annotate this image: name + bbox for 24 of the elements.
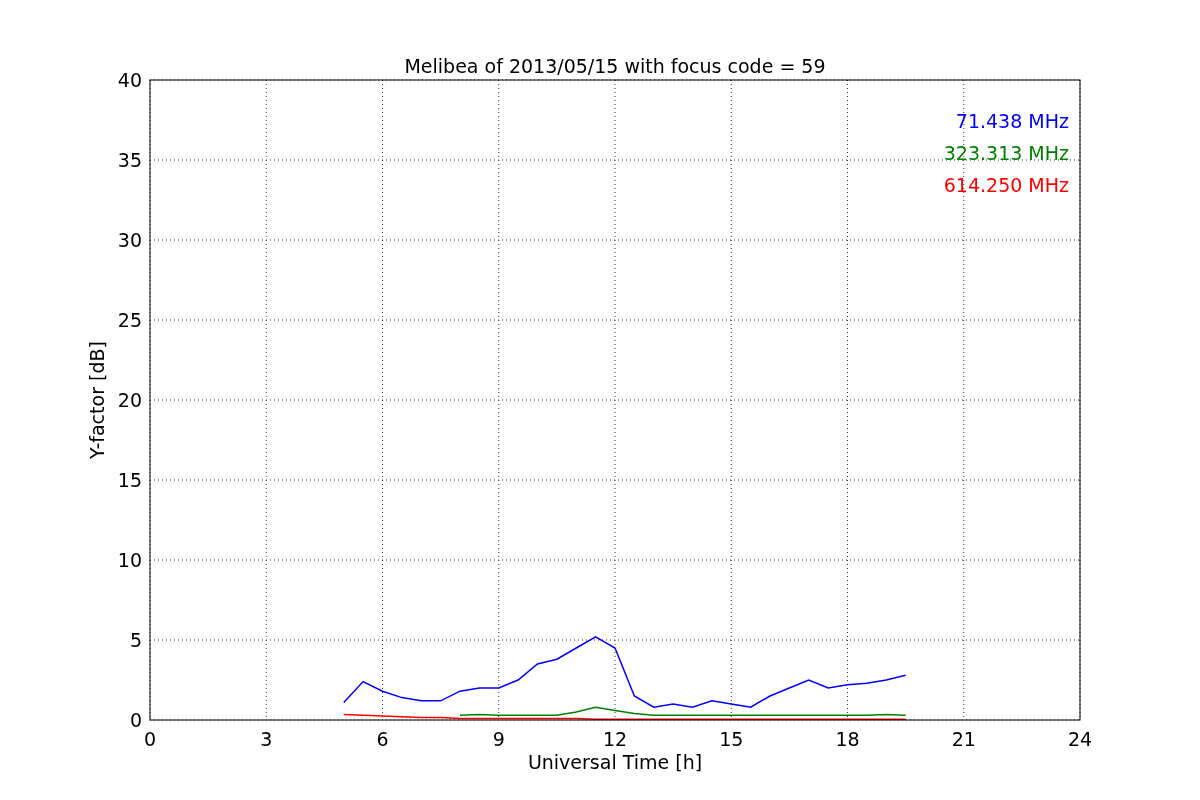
x-tick-label: 24 [1067,728,1093,750]
y-tick-label: 25 [117,309,142,331]
x-tick-label: 0 [143,728,157,750]
y-tick-label: 40 [117,69,142,91]
legend-label: 71.438 MHz [955,110,1069,132]
x-axis-label: Universal Time [h] [527,751,703,773]
x-tick-label: 3 [260,728,273,750]
y-tick-label: 10 [117,549,142,571]
y-tick-label: 15 [117,469,142,491]
x-tick-label: 18 [835,728,860,750]
legend-label: 323.313 MHz [943,142,1069,164]
x-tick-label: 21 [951,728,976,750]
y-tick-label: 20 [117,389,142,411]
x-tick-label: 9 [492,728,505,750]
y-tick-label: 35 [117,149,142,171]
y-tick-label: 0 [129,709,142,731]
x-tick-label: 12 [602,728,628,750]
y-tick-label: 5 [129,629,142,651]
y-axis-label: Y-factor [dB] [86,341,108,459]
x-tick-label: 15 [719,728,744,750]
y-tick-label: 30 [117,229,142,251]
x-tick-label: 6 [376,728,389,750]
chart-title: Melibea of 2013/05/15 with focus code = 59 [404,55,826,77]
legend-label: 614.250 MHz [943,174,1069,196]
